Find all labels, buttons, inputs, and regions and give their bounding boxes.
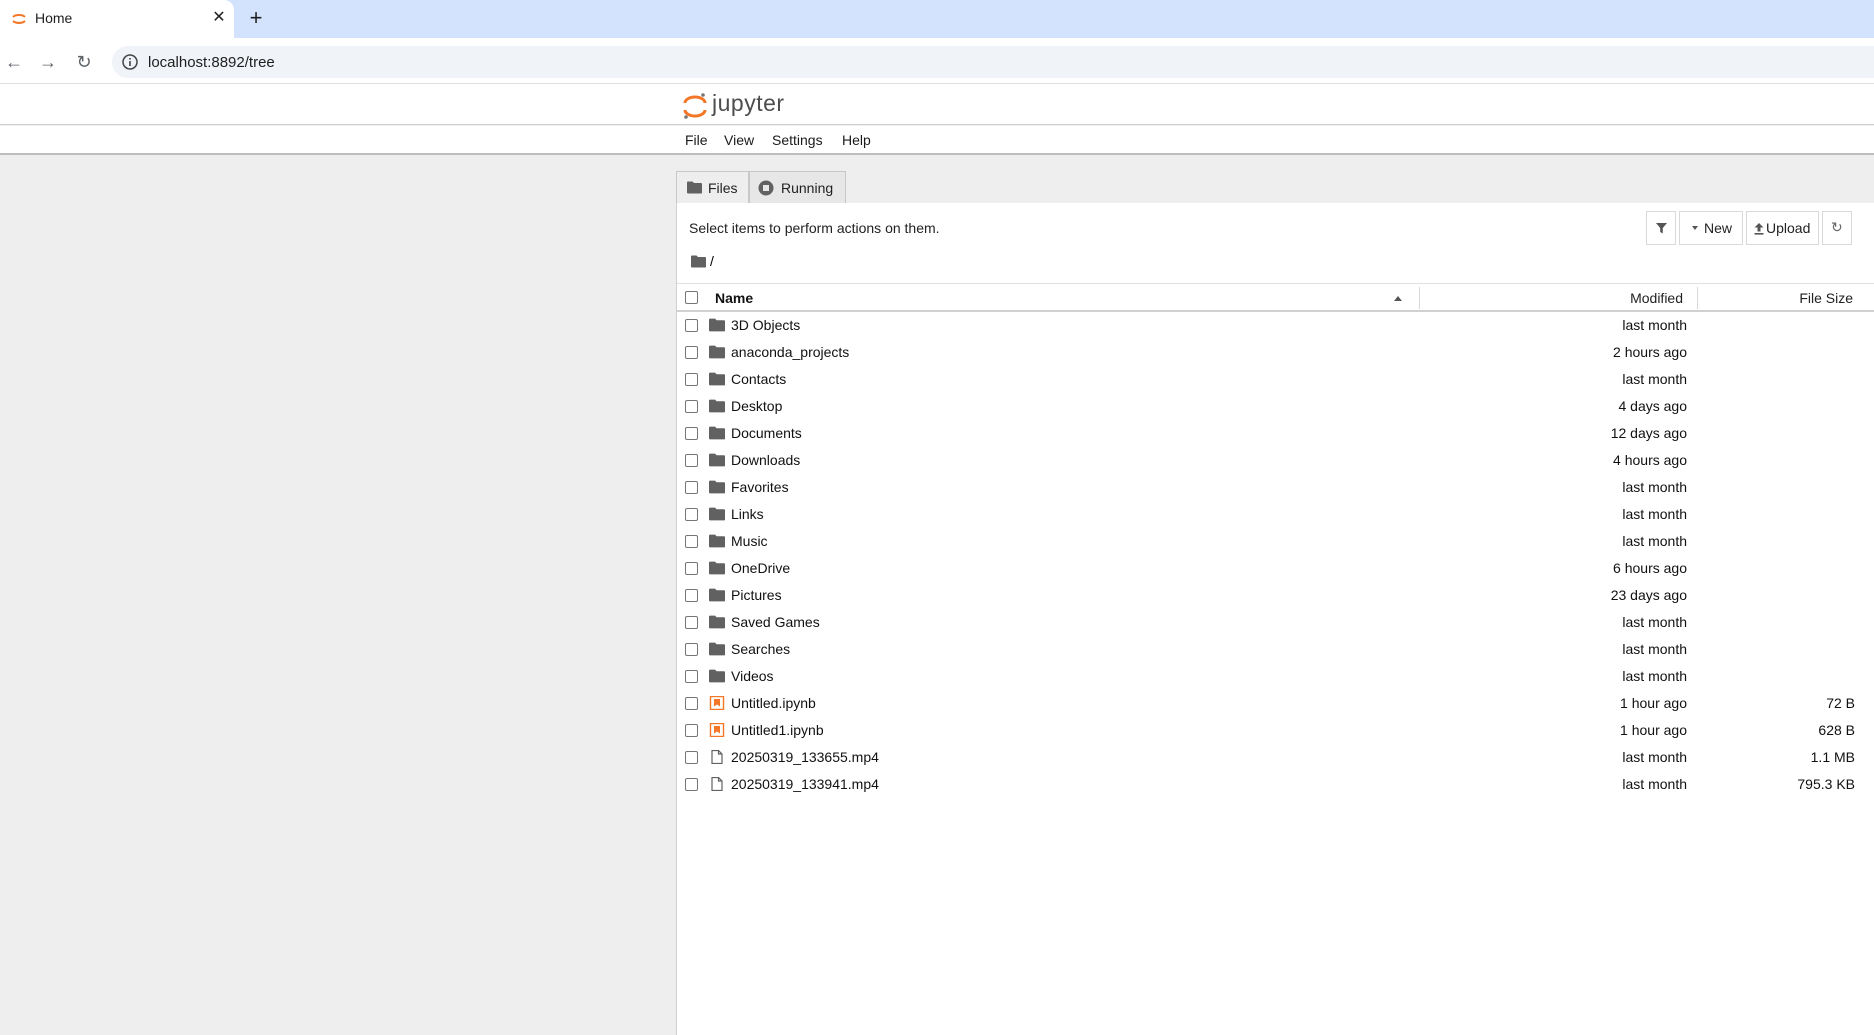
back-icon[interactable]: ←	[2, 50, 26, 74]
file-row[interactable]: 20250319_133655.mp4 last month 1.1 MB	[677, 744, 1874, 771]
file-size: 795.3 KB	[1797, 776, 1855, 792]
tab-running-label: Running	[781, 180, 834, 196]
file-row[interactable]: OneDrive 6 hours ago	[677, 555, 1874, 582]
upload-button[interactable]: Upload	[1746, 211, 1819, 245]
site-info-icon[interactable]	[121, 53, 139, 71]
file-modified: last month	[1622, 641, 1687, 657]
file-row[interactable]: Desktop 4 days ago	[677, 393, 1874, 420]
file-row[interactable]: 20250319_133941.mp4 last month 795.3 KB	[677, 771, 1874, 798]
address-bar[interactable]: localhost:8892/tree	[112, 46, 1874, 78]
jupyter-logo-icon	[683, 93, 707, 119]
jupyter-favicon-icon	[12, 14, 26, 24]
folder-icon	[687, 181, 702, 194]
file-row[interactable]: Pictures 23 days ago	[677, 582, 1874, 609]
new-button[interactable]: New	[1679, 211, 1743, 245]
file-row[interactable]: Favorites last month	[677, 474, 1874, 501]
file-modified: last month	[1622, 533, 1687, 549]
new-tab-icon[interactable]: +	[244, 7, 268, 31]
jupyter-logo-text: jupyter	[712, 90, 785, 116]
file-row[interactable]: Untitled.ipynb 1 hour ago 72 B	[677, 690, 1874, 717]
file-modified: 4 days ago	[1618, 398, 1688, 414]
refresh-button[interactable]: ↻	[1822, 211, 1852, 245]
file-modified: last month	[1622, 317, 1687, 333]
file-browser-panel: Select items to perform actions on them.…	[676, 203, 1874, 1035]
jupyter-header: jupyter	[0, 84, 1874, 125]
caret-down-icon	[1692, 226, 1698, 230]
file-row[interactable]: Links last month	[677, 501, 1874, 528]
file-modified: last month	[1622, 506, 1687, 522]
file-row[interactable]: Videos last month	[677, 663, 1874, 690]
selection-hint: Select items to perform actions on them.	[689, 220, 940, 236]
jupyter-logo[interactable]: jupyter	[682, 90, 792, 120]
running-icon	[758, 180, 774, 196]
file-size: 628 B	[1818, 722, 1855, 738]
file-size: 72 B	[1826, 695, 1855, 711]
file-row[interactable]: 3D Objects last month	[677, 312, 1874, 339]
file-modified: 4 hours ago	[1613, 452, 1687, 468]
menu-settings[interactable]: Settings	[772, 132, 823, 148]
reload-icon[interactable]: ↻	[72, 50, 96, 74]
forward-icon[interactable]: →	[36, 50, 60, 74]
file-row[interactable]: Saved Games last month	[677, 609, 1874, 636]
file-row[interactable]: Documents 12 days ago	[677, 420, 1874, 447]
file-modified: 2 hours ago	[1613, 344, 1687, 360]
menu-view[interactable]: View	[724, 132, 754, 148]
file-row[interactable]: Searches last month	[677, 636, 1874, 663]
tab-files-label: Files	[708, 180, 738, 196]
menu-bar: File View Settings Help	[0, 126, 1874, 155]
file-modified: 23 days ago	[1610, 587, 1687, 603]
file-modified: last month	[1622, 614, 1687, 630]
menu-file[interactable]: File	[685, 132, 708, 148]
upload-icon	[1754, 223, 1764, 235]
file-row[interactable]: anaconda_projects 2 hours ago	[677, 339, 1874, 366]
file-modified: 12 days ago	[1610, 425, 1687, 441]
url-text: localhost:8892/tree	[148, 54, 275, 71]
file-size: 1.1 MB	[1810, 749, 1855, 765]
browser-toolbar: ← → ↻ localhost:8892/tree	[0, 38, 1874, 84]
file-row[interactable]: Downloads 4 hours ago	[677, 447, 1874, 474]
browser-tab-bar: Home ✕ +	[0, 0, 1874, 38]
file-list-header: Name Modified File Size	[677, 283, 1874, 312]
new-button-label: New	[1704, 220, 1733, 236]
filter-icon	[1656, 223, 1667, 234]
file-row[interactable]: Contacts last month	[677, 366, 1874, 393]
file-modified: 6 hours ago	[1613, 560, 1687, 576]
column-header-file-size[interactable]: File Size	[677, 290, 1853, 306]
tab-files[interactable]: Files	[676, 171, 749, 204]
file-row[interactable]: Music last month	[677, 528, 1874, 555]
upload-button-label: Upload	[1766, 220, 1811, 236]
file-modified: last month	[1622, 668, 1687, 684]
menu-help[interactable]: Help	[842, 132, 871, 148]
file-row[interactable]: Untitled1.ipynb 1 hour ago 628 B	[677, 717, 1874, 744]
file-modified: last month	[1622, 479, 1687, 495]
tab-running[interactable]: Running	[749, 171, 846, 204]
breadcrumb-folder-icon[interactable]	[691, 255, 706, 268]
breadcrumb-root[interactable]: /	[710, 253, 714, 269]
browser-tab[interactable]: Home ✕	[0, 0, 234, 38]
file-modified: last month	[1622, 371, 1687, 387]
filter-button[interactable]	[1646, 211, 1676, 245]
refresh-icon: ↻	[1831, 219, 1843, 235]
close-tab-icon[interactable]: ✕	[209, 8, 229, 28]
browser-tab-title: Home	[35, 10, 73, 26]
